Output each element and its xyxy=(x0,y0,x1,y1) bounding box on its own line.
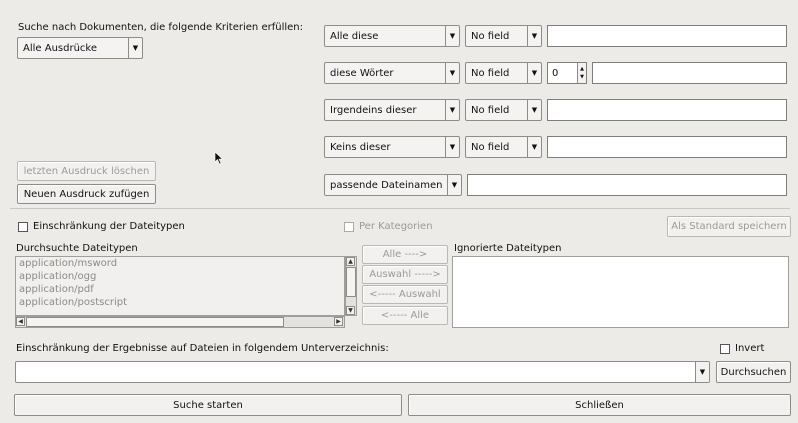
row4-type-select[interactable]: Keins dieser ▼ xyxy=(324,136,460,158)
row5-value-input[interactable] xyxy=(467,174,787,196)
row4-value-input[interactable] xyxy=(547,136,787,158)
chevron-down-icon: ▼ xyxy=(445,137,459,157)
add-expression-button[interactable]: Neuen Ausdruck zufügen xyxy=(17,184,156,204)
row3-field-value: No field xyxy=(471,104,510,116)
by-category-checkbox[interactable] xyxy=(344,222,354,232)
directory-label: Einschränkung der Ergebnisse auf Dateien… xyxy=(16,343,389,354)
section-divider xyxy=(10,208,790,209)
move-selection-right-button[interactable]: Auswahl -----> xyxy=(362,265,448,284)
spin-arrows-icon[interactable]: ▲ ▼ xyxy=(577,63,586,83)
vscroll-thumb[interactable] xyxy=(346,267,356,297)
chevron-down-icon: ▼ xyxy=(527,137,541,157)
chevron-down-icon[interactable]: ▼ xyxy=(695,362,709,382)
chevron-down-icon: ▼ xyxy=(447,175,461,195)
chevron-down-icon: ▼ xyxy=(445,100,459,120)
searched-filetypes-label: Durchsuchte Dateitypen xyxy=(16,243,138,254)
chevron-down-icon: ▼ xyxy=(128,38,142,58)
row2-type-select[interactable]: diese Wörter ▼ xyxy=(324,62,460,84)
expression-mode-value: Alle Ausdrücke xyxy=(23,42,97,54)
chevron-down-icon: ▼ xyxy=(445,63,459,83)
row2-proximity-spinbox[interactable]: 0 ▲ ▼ xyxy=(547,62,587,84)
list-item[interactable]: application/ogg xyxy=(16,270,344,283)
list-item[interactable]: application/msword xyxy=(16,257,344,270)
mouse-cursor-icon xyxy=(214,151,224,165)
row2-value-input[interactable] xyxy=(592,62,787,84)
chevron-down-icon: ▼ xyxy=(527,63,541,83)
row3-type-select[interactable]: Irgendeins dieser ▼ xyxy=(324,99,460,121)
expression-mode-select[interactable]: Alle Ausdrücke ▼ xyxy=(17,37,143,59)
start-search-button[interactable]: Suche starten xyxy=(14,394,402,416)
row1-value-input[interactable] xyxy=(547,25,787,47)
row5-type-select[interactable]: passende Dateinamen ▼ xyxy=(324,174,462,196)
criteria-heading: Suche nach Dokumenten, die folgende Krit… xyxy=(18,22,303,33)
row1-type-select[interactable]: Alle diese ▼ xyxy=(324,25,460,47)
row4-field-select[interactable]: No field ▼ xyxy=(465,136,542,158)
row1-field-value: No field xyxy=(471,30,510,42)
browse-button[interactable]: Durchsuchen xyxy=(716,361,791,383)
hscroll-thumb[interactable] xyxy=(26,317,284,327)
searched-filetypes-list[interactable]: application/msword application/ogg appli… xyxy=(15,256,345,316)
save-as-default-button[interactable]: Als Standard speichern xyxy=(667,216,791,237)
row3-field-select[interactable]: No field ▼ xyxy=(465,99,542,121)
chevron-down-icon: ▼ xyxy=(445,26,459,46)
row2-type-value: diese Wörter xyxy=(330,67,394,79)
scroll-up-icon[interactable]: ▲ xyxy=(346,257,355,266)
row3-type-value: Irgendeins dieser xyxy=(330,104,417,116)
directory-combo[interactable]: ▼ xyxy=(15,361,710,383)
searched-list-vscrollbar[interactable]: ▲ ▼ xyxy=(345,256,357,316)
searched-list-hscrollbar[interactable]: ◀ ▶ xyxy=(15,316,345,328)
ignored-filetypes-label: Ignorierte Dateitypen xyxy=(454,243,562,254)
restrict-filetypes-label: Einschränkung der Dateitypen xyxy=(33,221,185,232)
row1-field-select[interactable]: No field ▼ xyxy=(465,25,542,47)
row4-type-value: Keins dieser xyxy=(330,141,391,153)
list-item[interactable]: application/pdf xyxy=(16,283,344,296)
row2-field-value: No field xyxy=(471,67,510,79)
chevron-down-icon: ▼ xyxy=(527,26,541,46)
by-category-label: Per Kategorien xyxy=(359,221,433,232)
move-all-right-button[interactable]: Alle ----> xyxy=(362,245,448,264)
row2-field-select[interactable]: No field ▼ xyxy=(465,62,542,84)
list-item[interactable]: application/postscript xyxy=(16,296,344,309)
row5-type-value: passende Dateinamen xyxy=(330,179,443,191)
chevron-down-icon: ▼ xyxy=(527,100,541,120)
row1-type-value: Alle diese xyxy=(330,30,379,42)
row2-proximity-value: 0 xyxy=(552,67,559,79)
scroll-down-icon[interactable]: ▼ xyxy=(346,306,355,315)
restrict-filetypes-checkbox[interactable] xyxy=(18,222,28,232)
invert-label: Invert xyxy=(735,343,765,354)
move-all-left-button[interactable]: <----- Alle xyxy=(362,306,448,325)
row4-field-value: No field xyxy=(471,141,510,153)
move-selection-left-button[interactable]: <----- Auswahl xyxy=(362,285,448,304)
ignored-filetypes-list[interactable] xyxy=(452,256,789,328)
scroll-right-icon[interactable]: ▶ xyxy=(334,317,343,326)
row3-value-input[interactable] xyxy=(547,99,787,121)
close-button[interactable]: Schließen xyxy=(408,394,791,416)
scroll-left-icon[interactable]: ◀ xyxy=(16,317,25,326)
invert-checkbox[interactable] xyxy=(720,344,730,354)
delete-last-expression-button[interactable]: letzten Ausdruck löschen xyxy=(17,161,156,181)
